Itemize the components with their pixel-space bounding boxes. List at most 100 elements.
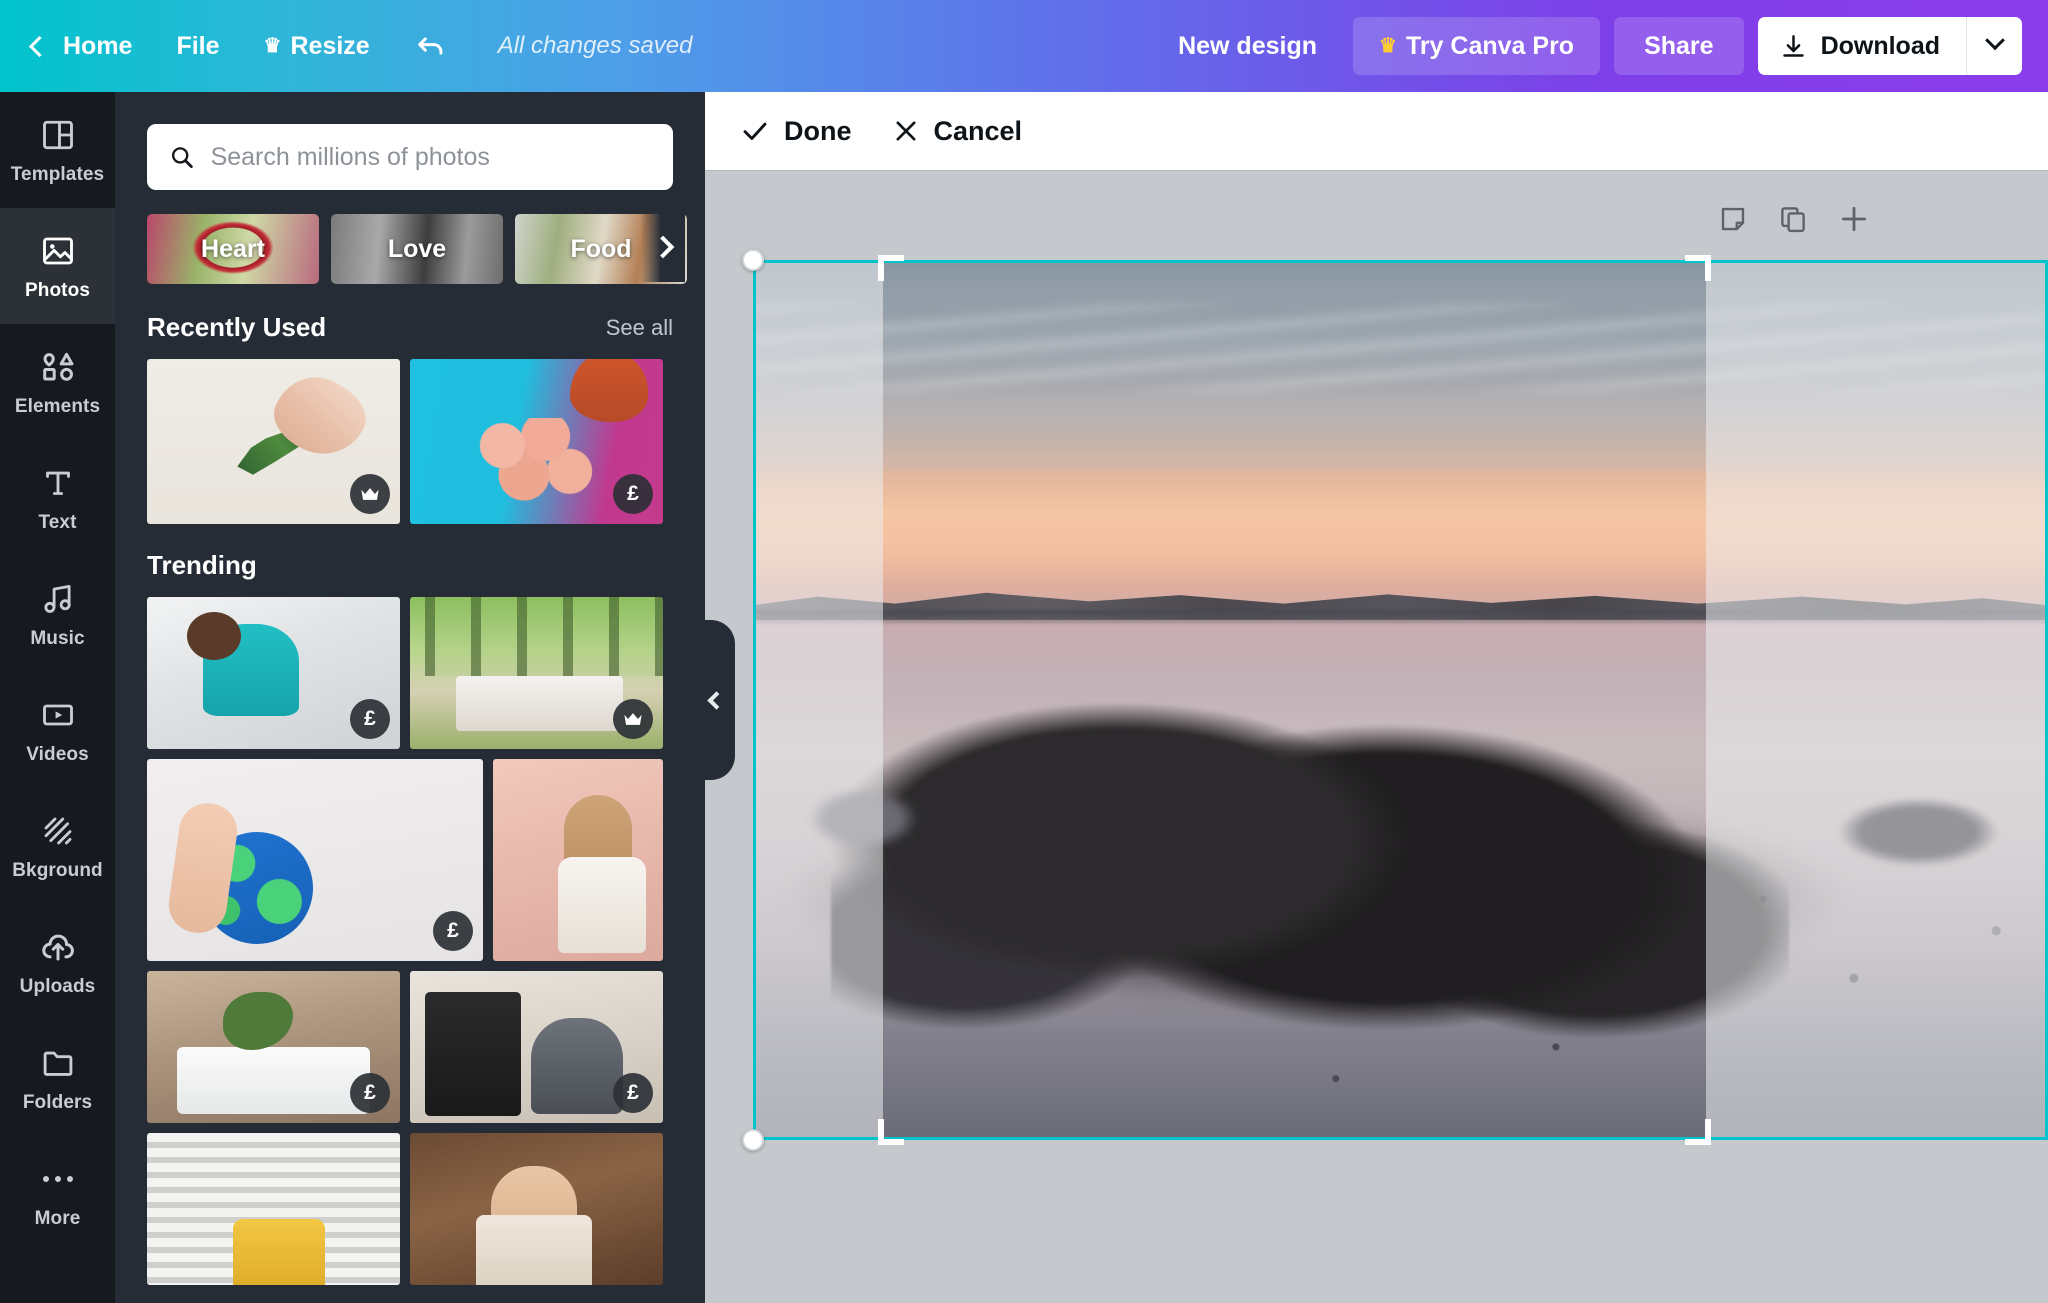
rail-item-label: Bkground: [12, 859, 103, 881]
trending-title: Trending: [147, 550, 257, 580]
resize-button[interactable]: ♛ Resize: [242, 0, 392, 92]
elements-icon: [39, 347, 77, 387]
chevron-left-icon: [28, 35, 51, 57]
photo-thumbnail[interactable]: £: [147, 759, 483, 961]
rail-item-templates[interactable]: Templates: [0, 92, 115, 208]
rail-item-label: Folders: [22, 1091, 93, 1113]
rail-item-label: Elements: [14, 395, 101, 417]
templates-icon: [40, 115, 76, 155]
done-button[interactable]: Done: [740, 116, 852, 147]
category-chip-label: Love: [387, 234, 447, 263]
category-chip-label: Heart: [201, 234, 265, 263]
done-label: Done: [784, 115, 852, 146]
category-chip-love[interactable]: Love: [331, 214, 503, 284]
download-button[interactable]: Download: [1758, 17, 1966, 75]
rail-item-bkground[interactable]: Bkground: [0, 788, 115, 904]
price-badge: £: [433, 911, 473, 951]
photo-thumbnail[interactable]: [410, 597, 663, 749]
share-button[interactable]: Share: [1614, 17, 1744, 75]
rail-item-label: More: [34, 1207, 81, 1229]
undo-button[interactable]: [392, 0, 470, 92]
editor-area: Done Cancel: [705, 92, 2048, 1303]
photos-panel: Heart Love Food Recently Used See all £ Tr…: [115, 92, 705, 1303]
new-design-button[interactable]: New design: [1156, 32, 1339, 61]
crown-icon: ♛: [1379, 35, 1397, 57]
photo-thumbnail[interactable]: £: [147, 597, 400, 749]
rail-item-videos[interactable]: Videos: [0, 672, 115, 788]
resize-handle-bottom-left[interactable]: [742, 1129, 764, 1151]
pro-crown-badge: [613, 699, 653, 739]
search-icon: [171, 147, 193, 168]
chevron-down-icon: [1984, 30, 2005, 51]
rail-item-label: Text: [38, 511, 77, 533]
rail-item-more[interactable]: More: [0, 1136, 115, 1252]
photo-thumbnail[interactable]: £: [410, 971, 663, 1123]
download-button-group: Download: [1757, 17, 2022, 75]
save-status-text: All changes saved: [497, 32, 693, 59]
background-icon: [40, 811, 76, 851]
photos-icon: [40, 231, 76, 271]
search-area: [115, 92, 705, 190]
text-icon: [40, 463, 76, 503]
videos-icon: [40, 695, 76, 735]
cancel-button[interactable]: Cancel: [892, 116, 1022, 147]
search-box[interactable]: [147, 124, 673, 190]
photo-thumbnail[interactable]: [493, 759, 663, 961]
search-input[interactable]: [210, 142, 651, 172]
top-bar-left-group: Home File ♛ Resize All changes saved: [0, 0, 693, 92]
rail-item-elements[interactable]: Elements: [0, 324, 115, 440]
home-button[interactable]: Home: [0, 0, 154, 92]
category-chip-heart[interactable]: Heart: [147, 214, 319, 284]
file-menu-button[interactable]: File: [154, 0, 241, 92]
check-icon: [743, 122, 767, 140]
photo-thumbnail[interactable]: [410, 1133, 663, 1285]
category-chip-label: Food: [570, 234, 632, 263]
price-badge: £: [350, 1073, 390, 1113]
pro-crown-badge: [350, 474, 390, 514]
notes-icon[interactable]: [1718, 204, 1748, 239]
rail-item-text[interactable]: Text: [0, 440, 115, 556]
add-page-icon[interactable]: [1838, 203, 1870, 240]
close-icon: [895, 121, 916, 141]
rail-item-uploads[interactable]: Uploads: [0, 904, 115, 1020]
rail-item-label: Photos: [25, 279, 90, 301]
rail-item-label: Music: [30, 627, 85, 649]
photo-thumbnail[interactable]: [147, 359, 400, 524]
trending-header: Trending: [115, 524, 705, 597]
top-bar: Home File ♛ Resize All changes saved New…: [0, 0, 2048, 92]
folders-icon: [40, 1043, 76, 1083]
recently-used-title: Recently Used: [147, 312, 327, 342]
canvas-area: + Add a new page: [705, 170, 2048, 1303]
try-canva-pro-button[interactable]: ♛ Try Canva Pro: [1353, 17, 1601, 75]
download-options-button[interactable]: [1966, 17, 2022, 75]
collapse-panel-handle[interactable]: [693, 620, 735, 780]
download-label: Download: [1820, 31, 1940, 60]
try-canva-pro-label: Try Canva Pro: [1405, 31, 1575, 60]
recently-used-header: Recently Used See all: [115, 286, 705, 359]
more-icon: [40, 1159, 76, 1199]
page-tools-group: [1718, 203, 1870, 240]
rail-item-label: Uploads: [19, 975, 96, 997]
resize-handle-top-left[interactable]: [742, 249, 764, 271]
crop-toolbar: Done Cancel: [705, 92, 2048, 170]
recently-used-see-all-link[interactable]: See all: [606, 315, 673, 341]
photo-thumbnail[interactable]: £: [410, 359, 663, 524]
rail-item-folders[interactable]: Folders: [0, 1020, 115, 1136]
price-badge: £: [613, 474, 653, 514]
rail-item-label: Templates: [10, 163, 105, 185]
chips-next-button[interactable]: [641, 212, 685, 282]
music-icon: [40, 579, 76, 619]
photo-thumbnail[interactable]: [147, 1133, 400, 1285]
top-bar-right-group: New design ♛ Try Canva Pro Share Downloa…: [1156, 17, 2048, 75]
trending-grid: £ £ £ £: [115, 597, 705, 1285]
rail-item-music[interactable]: Music: [0, 556, 115, 672]
category-chips-row: Heart Love Food: [115, 190, 705, 286]
photo-thumbnail[interactable]: £: [147, 971, 400, 1123]
chevron-right-icon: [651, 235, 675, 259]
rail-item-photos[interactable]: Photos: [0, 208, 115, 324]
duplicate-page-icon[interactable]: [1778, 204, 1808, 239]
selected-photo[interactable]: [753, 260, 2048, 1140]
recently-used-grid: £: [115, 359, 705, 524]
seascape-photo-image: [753, 260, 2048, 1140]
home-label: Home: [63, 31, 133, 60]
